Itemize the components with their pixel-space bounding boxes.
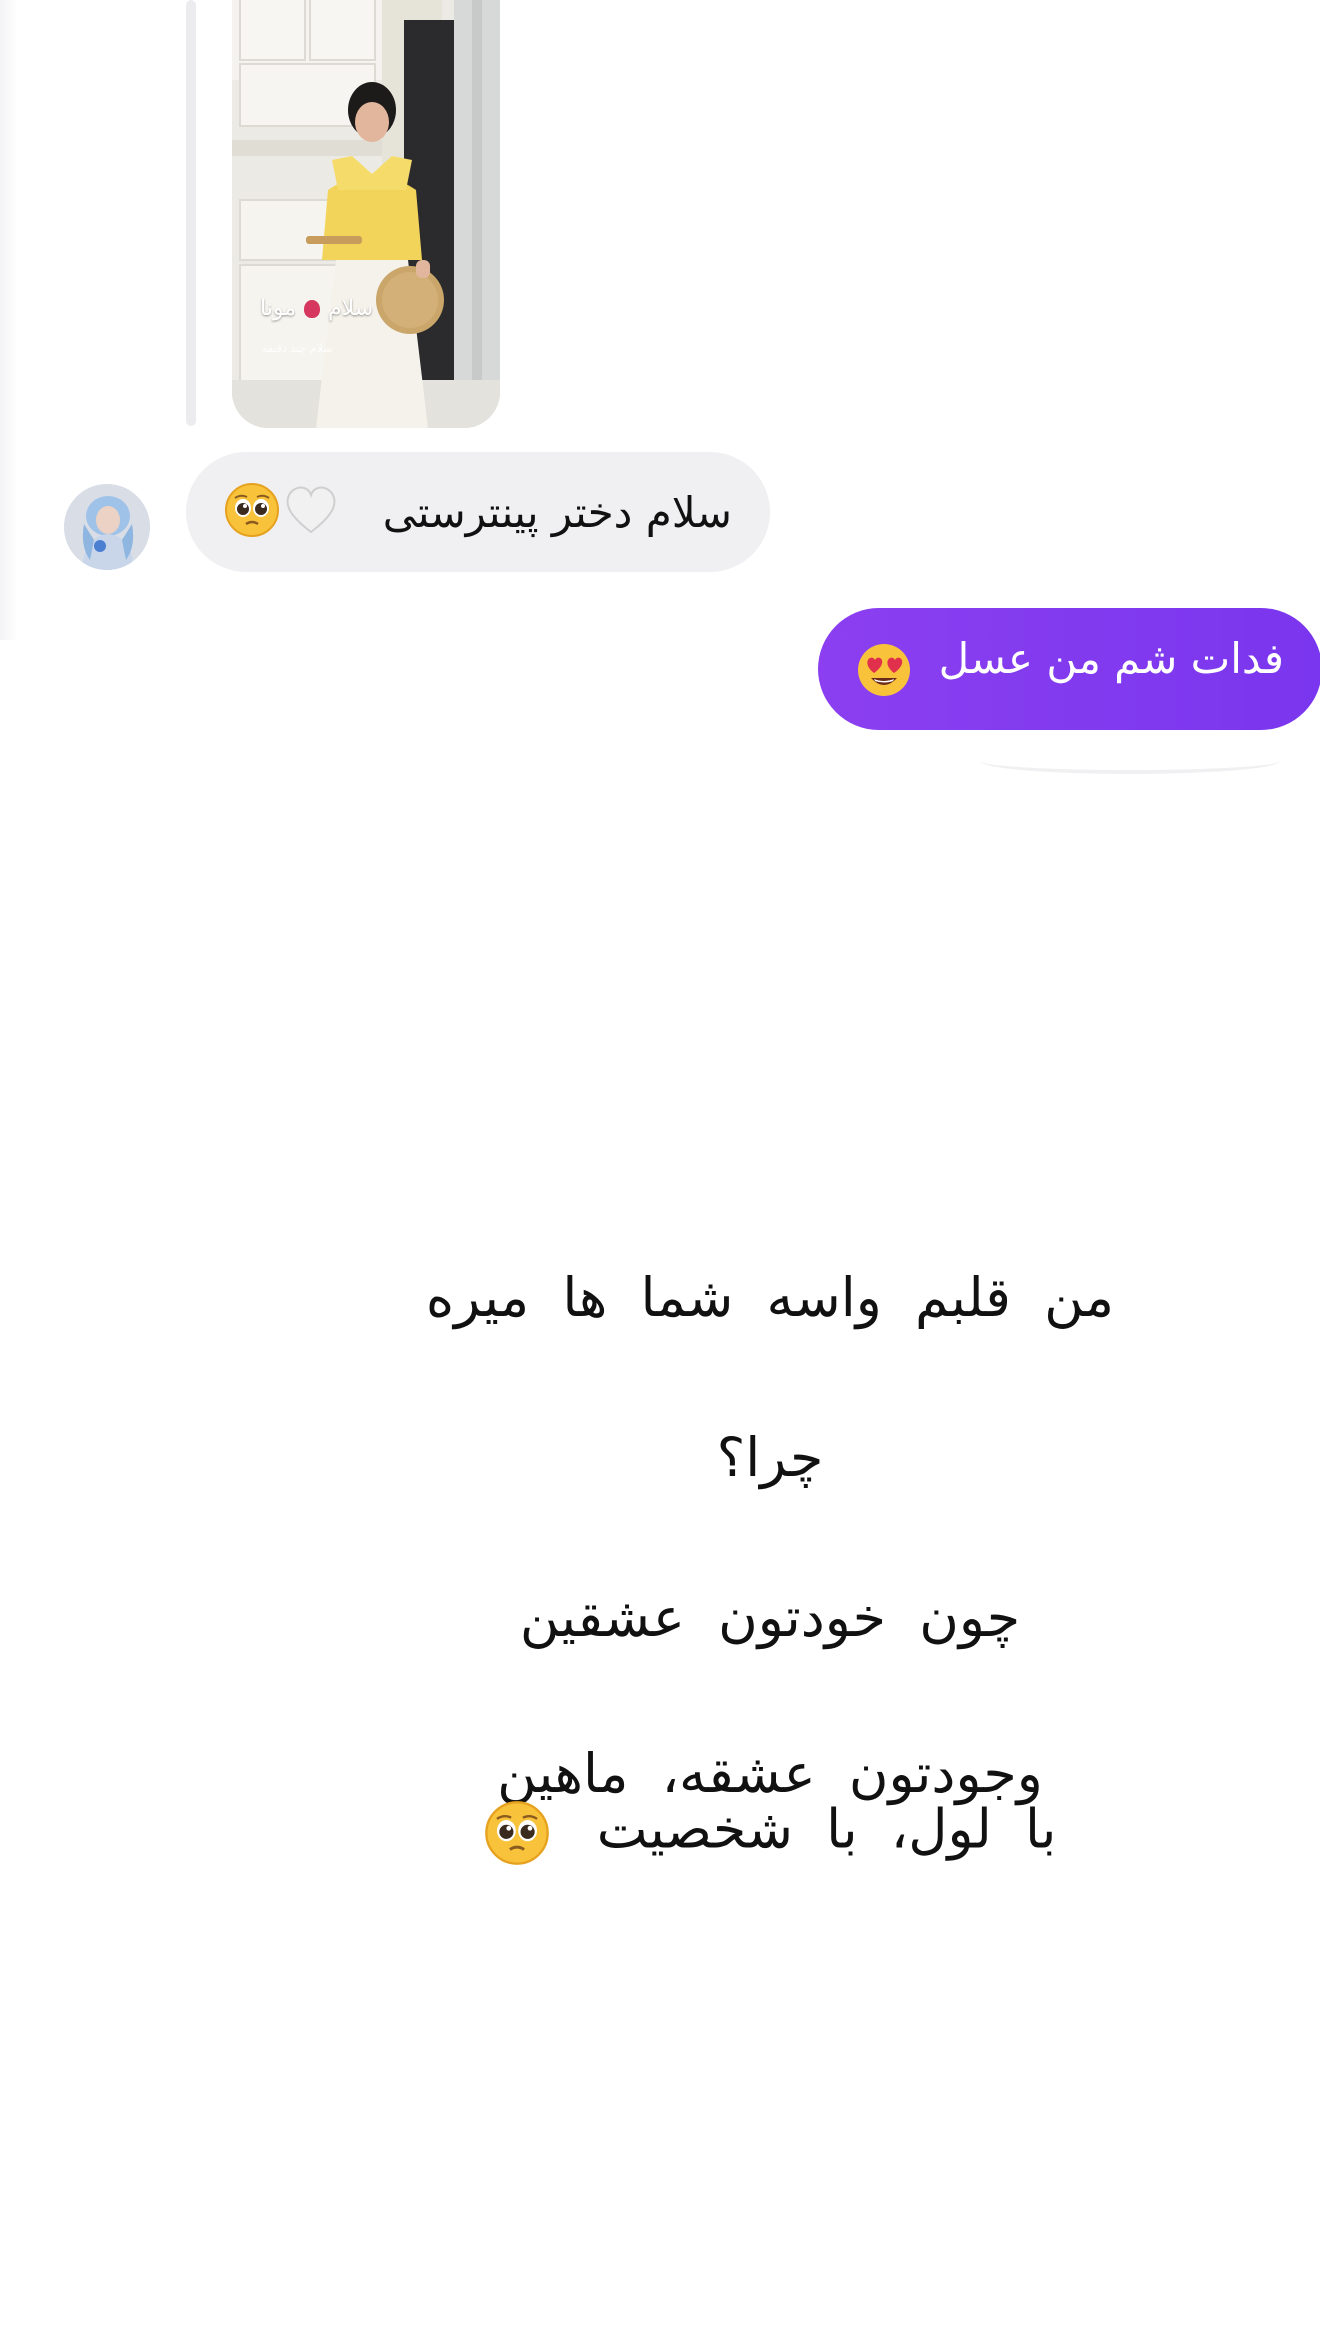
poem-line-5-text: با لول، با شخصیت [596,1797,1057,1861]
sent-message-text: فدات شم من عسل [938,634,1284,683]
received-message-bubble[interactable]: سلام دختر پینترستی [186,452,770,572]
poem-line-4: وجودتون عشقه، ماهین [497,1742,1043,1805]
story-caption: سلام مونا [260,296,373,321]
poem-line-1: من قلبم واسه شما ها میره [425,1266,1115,1329]
received-message-text: سلام دختر پینترستی [382,487,732,537]
poem-line-3: چون خودتون عشقین [519,1586,1021,1649]
left-gutter [0,0,18,640]
avatar[interactable] [64,484,150,570]
pleading-face-icon [225,483,279,537]
reply-thread-line [186,0,196,426]
story-caption-right: سلام [327,296,374,321]
strawberry-icon [303,299,320,318]
poem-line-5: با لول، با شخصیت [300,1800,1240,1865]
white-heart-icon [286,486,336,534]
shared-story-preview[interactable]: سلام مونا سلام چند دقیقه [232,0,500,428]
avatar-image [64,484,150,570]
heart-eyes-face-icon [858,644,910,696]
story-caption-left: مونا [260,296,296,321]
story-image [232,0,500,428]
sent-message-bubble[interactable]: فدات شم من عسل [818,608,1320,730]
pleading-face-icon [484,1801,549,1865]
received-emojis [224,482,338,538]
story-subcaption: سلام چند دقیقه [262,342,333,355]
poem-line-2: چرا؟ [716,1426,824,1489]
reaction-area-divider [980,748,1280,774]
